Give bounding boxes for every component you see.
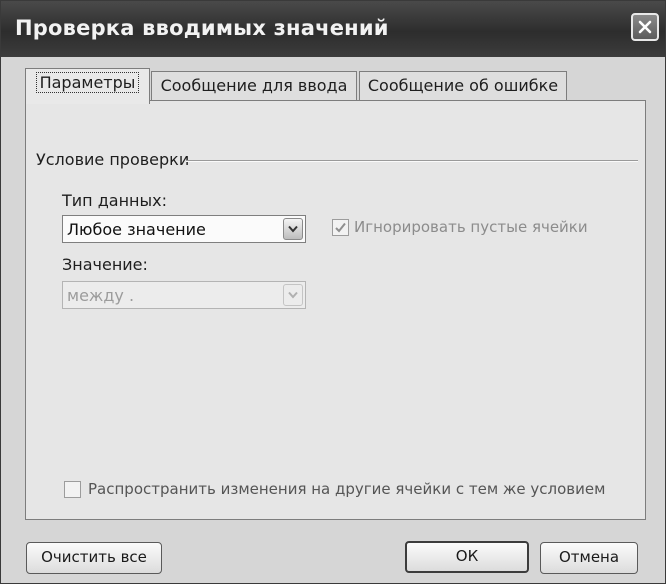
checkmark-icon	[335, 222, 346, 233]
data-validation-dialog: Проверка вводимых значений Параметры Соо…	[0, 0, 666, 584]
cancel-button[interactable]: Отмена	[540, 542, 638, 574]
data-type-label: Тип данных:	[62, 191, 167, 210]
tab-parameters[interactable]: Параметры	[25, 68, 150, 104]
tab-parameters-label: Параметры	[35, 72, 140, 93]
ok-button[interactable]: ОК	[405, 541, 529, 573]
data-type-dropdown-button[interactable]	[283, 218, 303, 240]
tab-input-message-label: Сообщение для ввода	[160, 76, 348, 95]
apply-all-label: Распространить изменения на другие ячейк…	[88, 480, 606, 498]
chevron-down-icon	[288, 291, 298, 299]
close-button[interactable]	[631, 13, 659, 41]
group-divider	[186, 160, 638, 162]
data-type-value: Любое значение	[67, 220, 206, 239]
ignore-blank-label: Игнорировать пустые ячейки	[354, 218, 588, 236]
clear-all-button[interactable]: Очистить все	[26, 542, 162, 574]
title-bar[interactable]: Проверка вводимых значений	[1, 1, 665, 57]
dialog-title: Проверка вводимых значений	[15, 16, 389, 40]
validation-criteria-label: Условие проверки	[36, 150, 196, 169]
value-select[interactable]: между .	[62, 281, 306, 309]
parameters-panel: Условие проверки Тип данных: Любое значе…	[25, 100, 646, 520]
ignore-blank-checkbox[interactable]	[332, 219, 349, 236]
data-type-select[interactable]: Любое значение	[62, 215, 306, 243]
value-select-value: между .	[67, 286, 135, 305]
value-dropdown-button[interactable]	[283, 284, 303, 306]
close-icon	[638, 20, 652, 34]
apply-all-checkbox[interactable]	[64, 481, 81, 498]
value-label: Значение:	[62, 255, 148, 274]
chevron-down-icon	[288, 225, 298, 233]
tab-input-message[interactable]: Сообщение для ввода	[151, 71, 357, 101]
tab-error-message-label: Сообщение об ошибке	[367, 76, 559, 95]
tab-error-message[interactable]: Сообщение об ошибке	[359, 71, 567, 101]
